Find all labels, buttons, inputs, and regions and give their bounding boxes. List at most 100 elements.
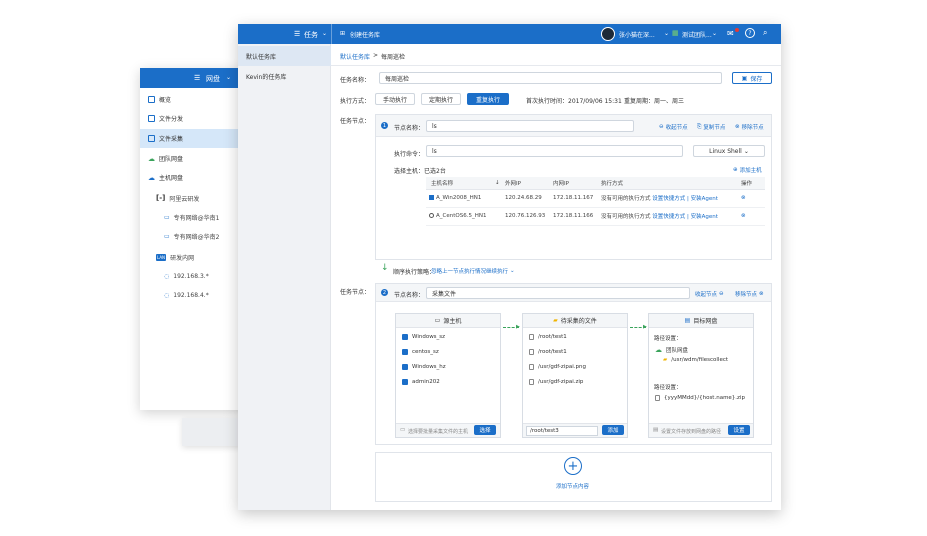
list-item[interactable]: Windows_hz: [402, 364, 446, 370]
back-nav-collect[interactable]: 文件采集: [140, 129, 250, 148]
collapse-node-link[interactable]: ⊖ 收起节点: [659, 123, 688, 131]
col-host-name[interactable]: 主机名称: [426, 177, 492, 190]
table-row: A_Win2008_HN1 120.24.68.29 172.18.11.167…: [426, 189, 765, 208]
lan-icon: LAN: [156, 253, 167, 261]
collapse-node-link[interactable]: 收起节点 ⊖: [695, 290, 724, 298]
select-host-button[interactable]: 选择: [474, 425, 496, 435]
repeat-cycle: 重复周期：周一、周三: [624, 98, 685, 105]
remove-host-icon[interactable]: ⊗: [741, 213, 746, 219]
target-drive-header: ▤ 目标网盘: [649, 314, 753, 328]
top-bar: ☰ 任务 ⌄ ⊞ 创建任务库 张小猫在深... ⌄ ▦ 测试团队... ⌄ ✉ …: [238, 24, 781, 44]
lan-sub-label: 192.168.4.*: [173, 291, 209, 299]
file-path-input[interactable]: /root/test3: [526, 426, 598, 436]
target-path-hint: 设置文件存放到网盘的路径: [661, 429, 722, 435]
monitor-icon: ▭: [400, 427, 406, 433]
command-input[interactable]: ls: [426, 145, 683, 157]
linux-icon: [429, 213, 434, 218]
chevron-down-icon[interactable]: ⌄: [712, 30, 717, 37]
avatar[interactable]: [601, 27, 615, 41]
search-icon[interactable]: ⌕: [763, 28, 767, 38]
list-item[interactable]: /root/test1: [529, 334, 567, 340]
add-node-area[interactable]: + 添加节点内容: [375, 452, 772, 502]
content-area: 默认任务库 > 每周巡检 任务名称： 每周巡检 ▣ 保存 执行方式： 手动执行 …: [331, 44, 781, 510]
windows-icon: [402, 349, 408, 355]
chevron-down-icon[interactable]: ⌄: [322, 30, 327, 37]
windows-icon: [429, 195, 434, 200]
team-name[interactable]: 测试团队...: [682, 30, 714, 39]
cloud-sub-1[interactable]: ▭ 专有网络@华南1: [164, 208, 220, 226]
help-icon[interactable]: ?: [745, 28, 755, 38]
back-nav-distribute[interactable]: 文件分发: [140, 109, 250, 128]
setup-links[interactable]: 设置快捷方式 | 安装Agent: [652, 196, 718, 202]
lan-sub-2[interactable]: ◌ 192.168.4.*: [164, 286, 209, 304]
folder-path-item[interactable]: ▰/usr/wdm/filescollect: [663, 357, 728, 363]
action-cell: ⊗: [738, 189, 765, 208]
add-node-label[interactable]: 添加节点内容: [556, 482, 589, 490]
node-name-input[interactable]: ls: [426, 120, 634, 132]
shell-select[interactable]: Linux Shell ⌄: [693, 145, 765, 157]
back-nav-team-drive[interactable]: ☁ 团队网盘: [140, 149, 250, 168]
remove-node-link[interactable]: 移除节点 ⊗: [735, 290, 764, 298]
setup-links[interactable]: 设置快捷方式 | 安装Agent: [652, 214, 718, 220]
file-icon: [529, 379, 534, 385]
library-item-default[interactable]: 默认任务库: [238, 46, 331, 66]
node-name-input[interactable]: 采集文件: [426, 287, 690, 299]
aliyun-icon: [-]: [156, 194, 166, 202]
monitor-icon: ▭: [164, 232, 170, 240]
add-host-label: 添加主机: [739, 168, 762, 174]
back-sidebar: 概览 文件分发 文件采集 ☁ 团队网盘 ☁ 主机网盘 [-] 阿里云研发 ▭ 专…: [140, 88, 250, 410]
sort-icon[interactable]: ↓: [492, 177, 502, 190]
library-item-kevin[interactable]: Kevin的任务库: [238, 66, 331, 86]
file-name-value: {yyyMMdd}/{host.name}.zip: [664, 395, 745, 401]
drive-icon: ▤: [653, 427, 659, 433]
lan-sub-1[interactable]: ◌ 192.168.3.*: [164, 267, 209, 285]
menu-icon[interactable]: ☰: [294, 30, 300, 38]
add-host-link[interactable]: ⊕ 添加主机: [733, 166, 762, 174]
arrow-right-icon: ▶: [516, 324, 520, 330]
save-button[interactable]: ▣ 保存: [732, 72, 772, 84]
remove-node-link[interactable]: ⊗ 移除节点: [735, 123, 764, 131]
list-item[interactable]: admin202: [402, 379, 440, 385]
create-library-button[interactable]: 创建任务库: [350, 30, 380, 39]
task-name-input[interactable]: 每周巡检: [379, 72, 722, 84]
back-nav-host-drive[interactable]: ☁ 主机网盘: [140, 168, 250, 187]
list-item[interactable]: centos_sz: [402, 349, 439, 355]
breadcrumb-root[interactable]: 默认任务库: [340, 52, 370, 61]
back-nav-overview[interactable]: 概览: [140, 90, 250, 109]
chevron-down-icon[interactable]: ⌄: [664, 30, 669, 37]
mode-scheduled-button[interactable]: 定期执行: [421, 93, 461, 105]
node-name-label: 节点名称：: [394, 292, 425, 299]
chevron-down-icon[interactable]: ⌄: [226, 74, 231, 81]
menu-icon[interactable]: ☰: [194, 74, 200, 82]
list-item[interactable]: Windows_sz: [402, 334, 445, 340]
lan-group[interactable]: LAN 研发内网: [156, 248, 194, 266]
distribute-icon: [148, 115, 155, 122]
remove-host-icon[interactable]: ⊗: [741, 195, 746, 201]
strategy-select[interactable]: 忽略上一节点执行情况继续执行 ⌄: [431, 267, 515, 275]
source-host-name: admin202: [412, 379, 440, 385]
file-name-pattern[interactable]: {yyyMMdd}/{host.name}.zip: [655, 395, 745, 401]
user-name[interactable]: 张小猫在深...: [619, 30, 665, 39]
list-item[interactable]: /usr/gdf-zipai.png: [529, 364, 586, 370]
add-file-button[interactable]: 添加: [602, 425, 624, 435]
first-exec-time: 首次执行时间：2017/09/06 15:31: [526, 98, 622, 105]
host-name: A_CentOS6.5_HN1: [436, 213, 487, 219]
top-menu-title[interactable]: 任务: [304, 30, 318, 40]
mode-manual-button[interactable]: 手动执行: [375, 93, 415, 105]
team-drive-name: 团队网盘: [666, 348, 689, 354]
list-item[interactable]: /usr/gdf-zipai.zip: [529, 379, 583, 385]
create-library-icon[interactable]: ⊞: [340, 30, 345, 37]
back-header-title[interactable]: 网盘: [206, 74, 220, 84]
mail-icon[interactable]: ✉: [727, 29, 734, 38]
private-ip: 172.18.11.166: [550, 207, 598, 226]
plus-icon[interactable]: +: [564, 457, 582, 475]
task-name-label: 任务名称：: [340, 77, 371, 84]
mode-repeat-button[interactable]: 重复执行: [467, 93, 509, 105]
team-drive-item[interactable]: ☁ 团队网盘: [655, 346, 688, 354]
public-ip: 120.76.126.93: [502, 207, 550, 226]
copy-node-link[interactable]: ⎘ 复制节点: [697, 123, 725, 132]
list-item[interactable]: /root/test1: [529, 349, 567, 355]
cloud-sub-2[interactable]: ▭ 专有网络@华南2: [164, 227, 220, 245]
set-path-button[interactable]: 设置: [728, 425, 750, 435]
cloud-group[interactable]: [-] 阿里云研发: [156, 189, 199, 207]
